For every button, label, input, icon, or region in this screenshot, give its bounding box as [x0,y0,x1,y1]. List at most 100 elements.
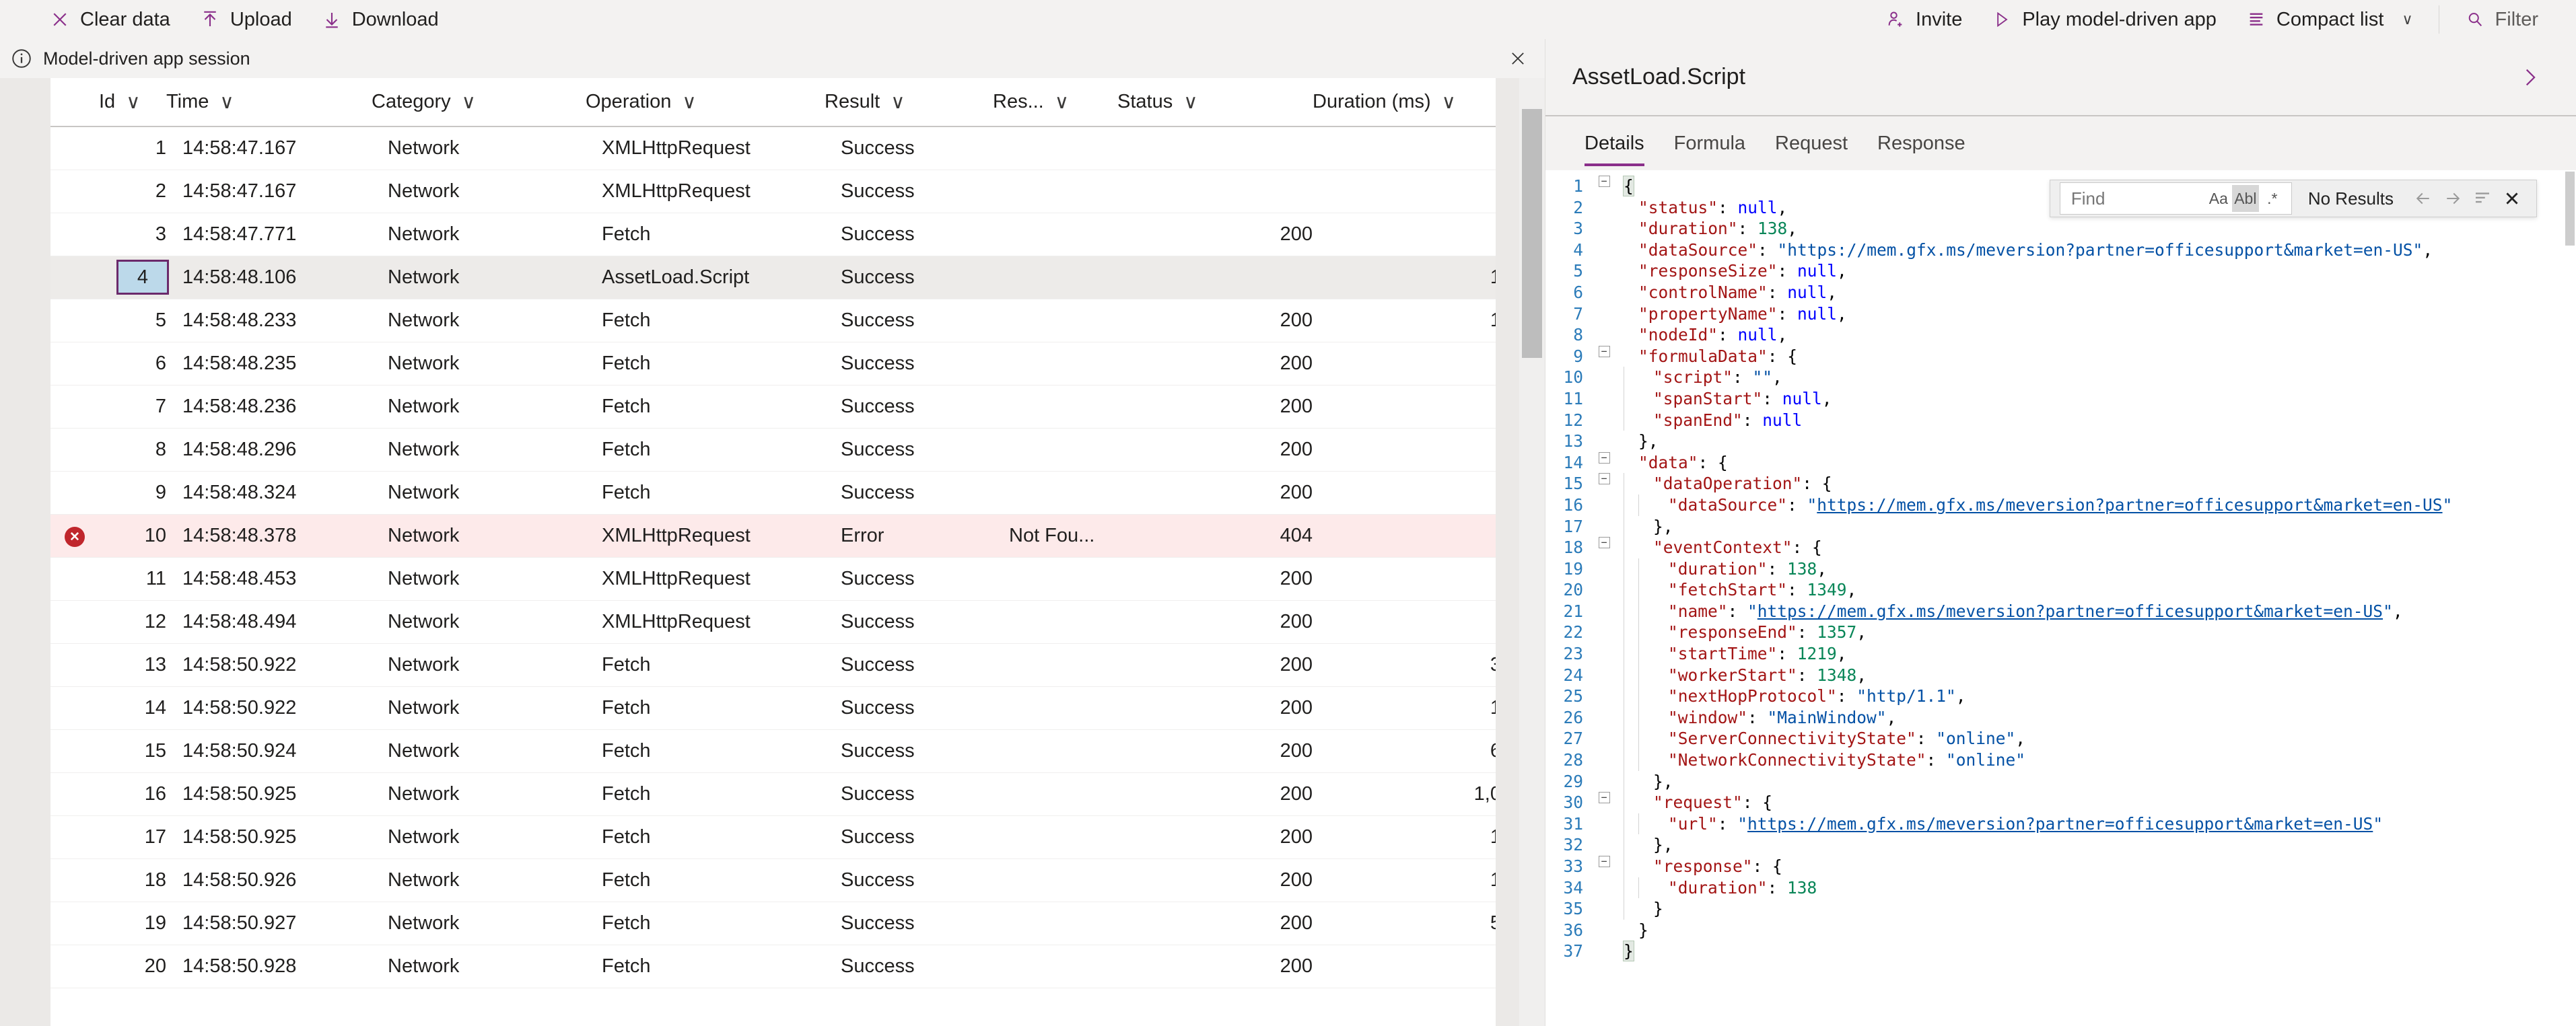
table-row[interactable]: 13 14:58:50.922 Network Fetch Success 2003 [50,643,1501,687]
cell-operation[interactable]: XMLHttpRequest [586,557,825,601]
cell-result[interactable]: Success [825,557,993,601]
cell-duration[interactable] [1313,428,1501,472]
cell-duration[interactable] [1313,514,1501,558]
cell-status[interactable]: 200 [1117,600,1313,644]
cell-id[interactable]: 12 [99,600,166,644]
cell-operation[interactable]: Fetch [586,902,825,945]
cell-ressize[interactable] [993,342,1117,386]
code-url-link[interactable]: https://mem.gfx.ms/meversion?partner=off… [1747,814,2373,834]
cell-time[interactable]: 14:58:47.167 [166,126,372,170]
cell-ressize[interactable] [993,299,1117,342]
table-row[interactable]: 19 14:58:50.927 Network Fetch Success 2005 [50,902,1501,945]
cell-category[interactable]: Network [372,729,586,773]
col-header-time[interactable]: Time ∨ [166,78,372,127]
cell-time[interactable]: 14:58:48.236 [166,385,372,429]
table-row[interactable]: 9 14:58:48.324 Network Fetch Success 200 [50,471,1501,515]
cell-result[interactable]: Success [825,299,993,342]
events-scrollbar-thumb[interactable] [1522,109,1542,358]
cell-duration[interactable]: 5 [1313,902,1501,945]
cell-time[interactable]: 14:58:48.235 [166,342,372,386]
fold-collapse-icon[interactable]: − [1594,176,1614,187]
close-icon[interactable] [2497,184,2527,213]
cell-ressize[interactable] [993,815,1117,859]
cell-result[interactable]: Success [825,902,993,945]
col-header-result[interactable]: Result ∨ [825,78,993,127]
cell-duration[interactable]: 1,0 [1313,772,1501,816]
cell-operation[interactable]: Fetch [586,729,825,773]
find-in-selection-icon[interactable] [2468,184,2497,213]
cell-result[interactable]: Success [825,600,993,644]
table-row[interactable]: 20 14:58:50.928 Network Fetch Success 200 [50,945,1501,988]
cell-id[interactable]: 18 [99,858,166,902]
json-editor[interactable]: Aa Abl .* No Results [1545,170,2576,1026]
fold-collapse-icon[interactable]: − [1594,856,1614,867]
table-row[interactable]: 17 14:58:50.925 Network Fetch Success 2001 [50,815,1501,859]
cell-category[interactable]: Network [372,213,586,256]
cell-ressize[interactable] [993,643,1117,687]
cell-operation[interactable]: AssetLoad.Script [586,256,825,299]
cell-id[interactable]: 11 [99,557,166,601]
cell-ressize[interactable] [993,945,1117,988]
cell-category[interactable]: Network [372,385,586,429]
cell-result[interactable]: Success [825,126,993,170]
table-row[interactable]: 18 14:58:50.926 Network Fetch Success 2001 [50,858,1501,902]
cell-time[interactable]: 14:58:48.106 [166,256,372,299]
cell-operation[interactable]: Fetch [586,686,825,730]
cell-time[interactable]: 14:58:48.296 [166,428,372,472]
fold-collapse-icon[interactable]: − [1594,537,1614,549]
cell-id[interactable]: 2 [99,170,166,213]
cell-result[interactable]: Success [825,643,993,687]
tab-formula[interactable]: Formula [1659,116,1760,170]
cell-result[interactable]: Success [825,471,993,515]
cell-time[interactable]: 14:58:50.922 [166,686,372,730]
cell-operation[interactable]: XMLHttpRequest [586,170,825,213]
arrow-right-icon[interactable] [2438,184,2468,213]
cell-result[interactable]: Success [825,815,993,859]
clear-data-button[interactable]: Clear data [35,5,185,35]
events-vertical-scrollbar[interactable] [1519,78,1545,1026]
cell-ressize[interactable] [993,686,1117,730]
cell-id[interactable]: 17 [99,815,166,859]
cell-status[interactable]: 200 [1117,471,1313,515]
cell-operation[interactable]: Fetch [586,858,825,902]
table-row[interactable]: 1 14:58:47.167 Network XMLHttpRequest Succes… [50,126,1501,170]
table-row[interactable]: 4 14:58:48.106 Network AssetLoad.Script Succ… [50,256,1501,299]
cell-result[interactable]: Success [825,729,993,773]
cell-ressize[interactable] [993,170,1117,213]
cell-category[interactable]: Network [372,126,586,170]
cell-id[interactable]: 19 [99,902,166,945]
cell-ressize[interactable]: Not Fou... [993,514,1117,558]
cell-ressize[interactable] [993,557,1117,601]
cell-ressize[interactable] [993,902,1117,945]
cell-operation[interactable]: Fetch [586,815,825,859]
cell-duration[interactable] [1313,170,1501,213]
filter-button[interactable]: Filter [2450,5,2553,35]
cell-category[interactable]: Network [372,815,586,859]
table-row[interactable]: 12 14:58:48.494 Network XMLHttpRequest Succe… [50,600,1501,644]
cell-operation[interactable]: Fetch [586,385,825,429]
cell-id[interactable]: 13 [99,643,166,687]
cell-time[interactable]: 14:58:50.925 [166,772,372,816]
cell-category[interactable]: Network [372,945,586,988]
cell-result[interactable]: Success [825,256,993,299]
cell-status[interactable]: 200 [1117,858,1313,902]
cell-time[interactable]: 14:58:47.771 [166,213,372,256]
fold-collapse-icon[interactable]: − [1594,345,1614,357]
code-url-link[interactable]: https://mem.gfx.ms/meversion?partner=off… [1817,495,2442,515]
cell-time[interactable]: 14:58:50.927 [166,902,372,945]
cell-time[interactable]: 14:58:50.925 [166,815,372,859]
cell-id[interactable]: 20 [99,945,166,988]
cell-status[interactable]: 200 [1117,815,1313,859]
cell-duration[interactable]: 1 [1313,858,1501,902]
cell-operation[interactable]: Fetch [586,643,825,687]
col-header-category[interactable]: Category ∨ [372,78,586,127]
cell-time[interactable]: 14:58:48.324 [166,471,372,515]
cell-operation[interactable]: Fetch [586,299,825,342]
play-model-driven-app-button[interactable]: Play model-driven app [1977,5,2231,35]
cell-time[interactable]: 14:58:48.233 [166,299,372,342]
cell-result[interactable]: Success [825,342,993,386]
cell-ressize[interactable] [993,385,1117,429]
cell-category[interactable]: Network [372,858,586,902]
cell-duration[interactable]: 3 [1313,643,1501,687]
cell-id[interactable]: 4 [99,256,169,299]
